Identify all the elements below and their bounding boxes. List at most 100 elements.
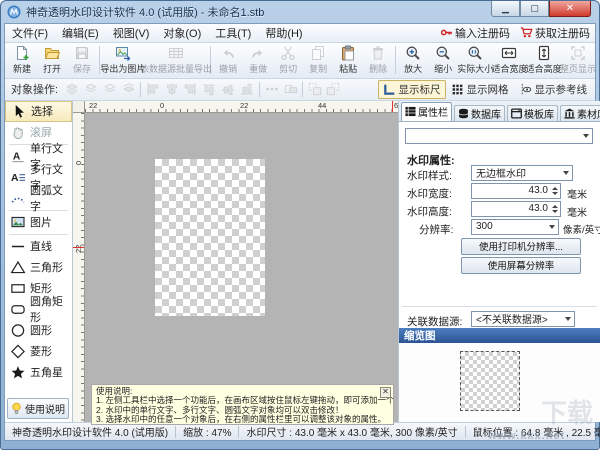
- maximize-button[interactable]: ▢: [520, 1, 549, 17]
- tool-diamond[interactable]: 菱形: [5, 341, 72, 362]
- object-selector-dropdown[interactable]: [405, 127, 593, 144]
- cut-button[interactable]: 剪切: [273, 44, 303, 76]
- paste-icon: [342, 45, 355, 61]
- menu-view[interactable]: 视图(V): [106, 25, 157, 41]
- undo-button[interactable]: 撤销: [213, 44, 243, 76]
- toggle-label: 显示网格: [466, 83, 509, 96]
- tool-star[interactable]: 五角星: [5, 362, 72, 383]
- width-label: 水印宽度:: [407, 187, 452, 200]
- paste-button[interactable]: 粘贴: [333, 44, 363, 76]
- align-bottom-icon[interactable]: [239, 80, 256, 99]
- show-grid-toggle[interactable]: 显示网格: [446, 80, 514, 99]
- spinner-icon[interactable]: [550, 185, 559, 197]
- height-value: 43.0: [528, 203, 548, 215]
- tab-properties[interactable]: 属性栏: [401, 101, 452, 121]
- canvas[interactable]: [85, 112, 398, 423]
- dpi-dropdown[interactable]: 300: [471, 218, 559, 235]
- align-left-icon[interactable]: [143, 81, 162, 98]
- thumbnail-preview[interactable]: [460, 350, 520, 411]
- canvas-area[interactable]: 22 0 22 44 6 0 22 使用说明: 1. 左侧工具栏中选择一个功能后…: [73, 100, 398, 425]
- guides-icon: [521, 83, 531, 95]
- fit-height-button[interactable]: 适合高度: [526, 44, 562, 76]
- show-guides-toggle[interactable]: 显示参考线: [514, 80, 593, 99]
- tool-line[interactable]: 直线: [5, 236, 72, 257]
- datasource-dropdown[interactable]: <不关联数据源>: [471, 310, 575, 327]
- help-button[interactable]: 使用说明: [7, 398, 69, 420]
- delete-icon: [373, 46, 384, 60]
- tool-select[interactable]: 选择: [5, 100, 72, 122]
- close-instructions-icon[interactable]: ✕: [380, 386, 391, 398]
- use-printer-dpi-button[interactable]: 使用打印机分辨率...: [461, 237, 581, 255]
- export-image-button[interactable]: 导出为图片: [100, 44, 145, 76]
- zoom-out-button[interactable]: 缩小: [428, 44, 458, 76]
- tool-arc-text[interactable]: 圆弧文字: [5, 185, 72, 213]
- tool-image[interactable]: 图片: [5, 212, 72, 233]
- menu-help[interactable]: 帮助(H): [258, 25, 309, 41]
- align-right-icon[interactable]: [181, 81, 200, 98]
- title-bar[interactable]: 神奇透明水印设计软件 4.0 (试用版) - 未命名1.stb ▁ ▢ ✕: [1, 1, 599, 23]
- ruler-label: 22: [89, 100, 98, 110]
- hand-icon: [13, 126, 23, 139]
- new-button[interactable]: 新建: [7, 44, 37, 76]
- enter-register-code-link[interactable]: 输入注册码: [435, 25, 515, 41]
- actual-size-button[interactable]: 实际大小: [457, 44, 493, 76]
- align-top-icon[interactable]: [201, 80, 218, 99]
- fit-page-button[interactable]: 整页显示: [560, 44, 596, 76]
- align-middle-icon[interactable]: [220, 80, 237, 99]
- menu-file[interactable]: 文件(F): [5, 25, 55, 41]
- height-field[interactable]: 43.0: [471, 200, 561, 217]
- watermark-design-surface[interactable]: [155, 158, 265, 316]
- rounded-rectangle-icon: [11, 304, 25, 314]
- circle-icon: [11, 323, 25, 337]
- menu-tools[interactable]: 工具(T): [208, 25, 258, 41]
- send-backward-icon[interactable]: [100, 81, 119, 98]
- datasource-value: <不关联数据源>: [476, 315, 548, 327]
- button-label: 复制: [309, 64, 328, 75]
- template-icon: [511, 108, 522, 119]
- delete-button[interactable]: 删除: [363, 44, 393, 76]
- tab-database[interactable]: 数据库: [454, 104, 505, 121]
- show-ruler-toggle[interactable]: 显示标尺: [377, 79, 446, 99]
- equal-spacing-icon[interactable]: [262, 81, 281, 98]
- dpi-unit: 像素/英寸: [563, 224, 600, 236]
- zoom-in-button[interactable]: 放大: [398, 44, 428, 76]
- menu-edit[interactable]: 编辑(E): [55, 25, 106, 41]
- tool-rounded-rectangle[interactable]: 圆角矩形: [5, 296, 72, 324]
- save-button[interactable]: 保存: [67, 44, 97, 76]
- style-dropdown[interactable]: 无边框水印: [471, 164, 573, 181]
- width-unit: 毫米: [567, 189, 587, 201]
- tool-label: 图片: [30, 217, 52, 230]
- status-zoom: 缩放 : 47%: [183, 428, 232, 440]
- button-label: 删除: [369, 64, 388, 75]
- spinner-icon[interactable]: [550, 203, 559, 215]
- minimize-button[interactable]: ▁: [491, 1, 520, 17]
- get-register-code-link[interactable]: 获取注册码: [515, 25, 595, 41]
- tab-materials[interactable]: 素材库: [560, 104, 600, 121]
- send-to-back-icon[interactable]: [119, 81, 138, 98]
- tool-triangle[interactable]: 三角形: [5, 257, 72, 278]
- group-icon[interactable]: [305, 81, 324, 98]
- tab-templates[interactable]: 模板库: [507, 104, 558, 121]
- open-button[interactable]: 打开: [37, 44, 67, 76]
- fit-width-button[interactable]: 适合宽度: [491, 44, 527, 76]
- use-screen-dpi-button[interactable]: 使用屏幕分辨率: [461, 256, 581, 274]
- redo-button[interactable]: 重做: [243, 44, 273, 76]
- thumbnail-area: [399, 342, 600, 423]
- tool-label: 五角星: [30, 367, 63, 380]
- batch-export-button[interactable]: 依数据源批量导出: [140, 44, 212, 76]
- width-field[interactable]: 43.0: [471, 182, 561, 199]
- button-label: 新建: [12, 64, 31, 75]
- ungroup-icon[interactable]: [324, 81, 343, 98]
- status-watermark-size: 水印尺寸 : 43.0 毫米 x 43.0 毫米, 300 像素/英寸: [246, 428, 458, 440]
- bring-forward-icon[interactable]: [81, 81, 100, 98]
- equal-size-icon[interactable]: [281, 81, 300, 98]
- close-button[interactable]: ✕: [549, 1, 591, 17]
- thumbnail-heading-label: 缩览图: [404, 329, 436, 342]
- database-icon: [458, 108, 469, 118]
- align-center-h-icon[interactable]: [162, 81, 181, 98]
- menu-object[interactable]: 对象(O): [156, 25, 208, 41]
- fit-page-icon: [571, 46, 585, 61]
- copy-button[interactable]: 复制: [303, 44, 333, 76]
- object-toolbar: 对象操作: 显示标尺 显示网格 显示参考线: [5, 78, 595, 101]
- bring-to-front-icon[interactable]: [62, 81, 81, 98]
